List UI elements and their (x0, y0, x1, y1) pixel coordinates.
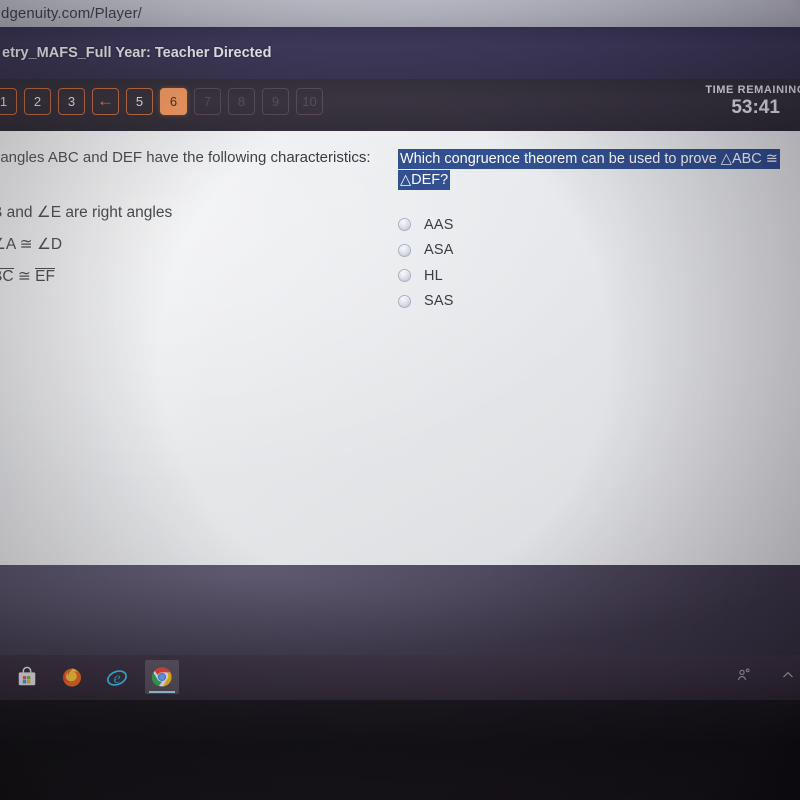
segment-ef: EF (35, 267, 55, 285)
time-remaining-label: TIME REMAINING (705, 84, 800, 96)
step-button-label: 6 (169, 94, 178, 109)
step-button-group[interactable]: 1 2 3 ← 5 6 7 8 9 10 (0, 88, 323, 115)
desktop-wallpaper (0, 565, 800, 655)
question-prompt-highlighted: Which congruence theorem can be used to … (398, 149, 780, 190)
answer-options-list[interactable]: AAS ASA HL SAS (398, 212, 798, 314)
photo-of-laptop-screen: dgenuity.com/Player/ etry_MAFS_Full Year… (0, 0, 800, 800)
step-button-label: 8 (237, 94, 246, 109)
windows-taskbar: e (0, 655, 800, 700)
laptop-bezel: hp (0, 700, 800, 800)
answer-option-label: ASA (424, 242, 454, 259)
step-button-3[interactable]: 3 (58, 88, 85, 115)
radio-button-icon[interactable] (398, 294, 411, 308)
radio-button-icon[interactable] (398, 269, 411, 283)
step-button-label: 3 (67, 94, 76, 109)
answer-option-sas[interactable]: SAS (398, 289, 798, 315)
taskbar-pinned-apps[interactable]: e (10, 660, 179, 694)
arrow-left-glyph: ← (97, 91, 114, 110)
radio-button-icon[interactable] (398, 243, 411, 257)
question-content-area: riangles ABC and DEF have the following … (0, 131, 800, 696)
address-bar-text[interactable]: dgenuity.com/Player/ (0, 5, 142, 22)
step-button-label: 1 (0, 94, 8, 109)
svg-text:e: e (113, 670, 120, 687)
step-button-label: 10 (302, 94, 317, 109)
microsoft-store-icon[interactable] (10, 660, 44, 694)
firefox-icon[interactable] (55, 660, 89, 694)
answer-option-asa[interactable]: ASA (398, 238, 798, 264)
laptop-screen: dgenuity.com/Player/ etry_MAFS_Full Year… (0, 0, 800, 700)
step-button-8[interactable]: 8 (228, 88, 255, 115)
step-button-1[interactable]: 1 (0, 88, 17, 115)
step-button-label: 9 (271, 94, 280, 109)
segment-bc: BC (0, 267, 14, 285)
step-button-7[interactable]: 7 (194, 88, 221, 115)
step-button-2[interactable]: 2 (24, 88, 51, 115)
step-button-label: 5 (135, 94, 144, 109)
step-button-label: 7 (203, 94, 212, 109)
chrome-icon[interactable] (145, 660, 179, 694)
given-fact: BC ≅ EF (0, 267, 382, 286)
given-fact: B and ∠E are right angles (0, 204, 173, 222)
step-button-6[interactable]: 6 (160, 88, 187, 115)
question-panel: Which congruence theorem can be used to … (398, 149, 798, 314)
arrow-left-icon[interactable]: ← (92, 88, 119, 115)
app-title-bar: etry_MAFS_Full Year: Teacher Directed (0, 27, 800, 79)
browser-url-bar[interactable]: dgenuity.com/Player/ (0, 0, 800, 27)
step-button-9[interactable]: 9 (262, 88, 289, 115)
radio-button-icon[interactable] (398, 218, 411, 232)
time-remaining-value: 53:41 (731, 97, 780, 118)
step-button-10[interactable]: 10 (296, 88, 323, 115)
internet-explorer-icon[interactable]: e (100, 660, 134, 694)
given-facts-list: B and ∠E are right angles ∠A ≅ ∠D BC ≅ EF (0, 204, 382, 285)
step-button-label: 2 (33, 94, 42, 109)
people-icon[interactable] (736, 667, 752, 686)
activity-nav-bar: 1 2 3 ← 5 6 7 8 9 10 TIME REMAINING 53:41 (0, 79, 800, 131)
answer-option-aas[interactable]: AAS (398, 212, 798, 238)
show-hidden-icons-chevron[interactable] (780, 667, 796, 686)
given-stem-text: riangles ABC and DEF have the following … (0, 149, 371, 166)
step-button-5[interactable]: 5 (126, 88, 153, 115)
answer-option-label: SAS (424, 293, 454, 310)
system-tray[interactable] (736, 667, 796, 686)
question-prompt-wrapper: Which congruence theorem can be used to … (398, 149, 798, 190)
given-information-panel: riangles ABC and DEF have the following … (0, 149, 382, 300)
given-fact: ∠A ≅ ∠D (0, 236, 63, 254)
course-title: etry_MAFS_Full Year: Teacher Directed (2, 45, 272, 61)
answer-option-hl[interactable]: HL (398, 263, 798, 289)
time-remaining: TIME REMAINING 53:41 (705, 84, 800, 119)
answer-option-label: HL (424, 267, 443, 284)
answer-option-label: AAS (424, 216, 454, 233)
